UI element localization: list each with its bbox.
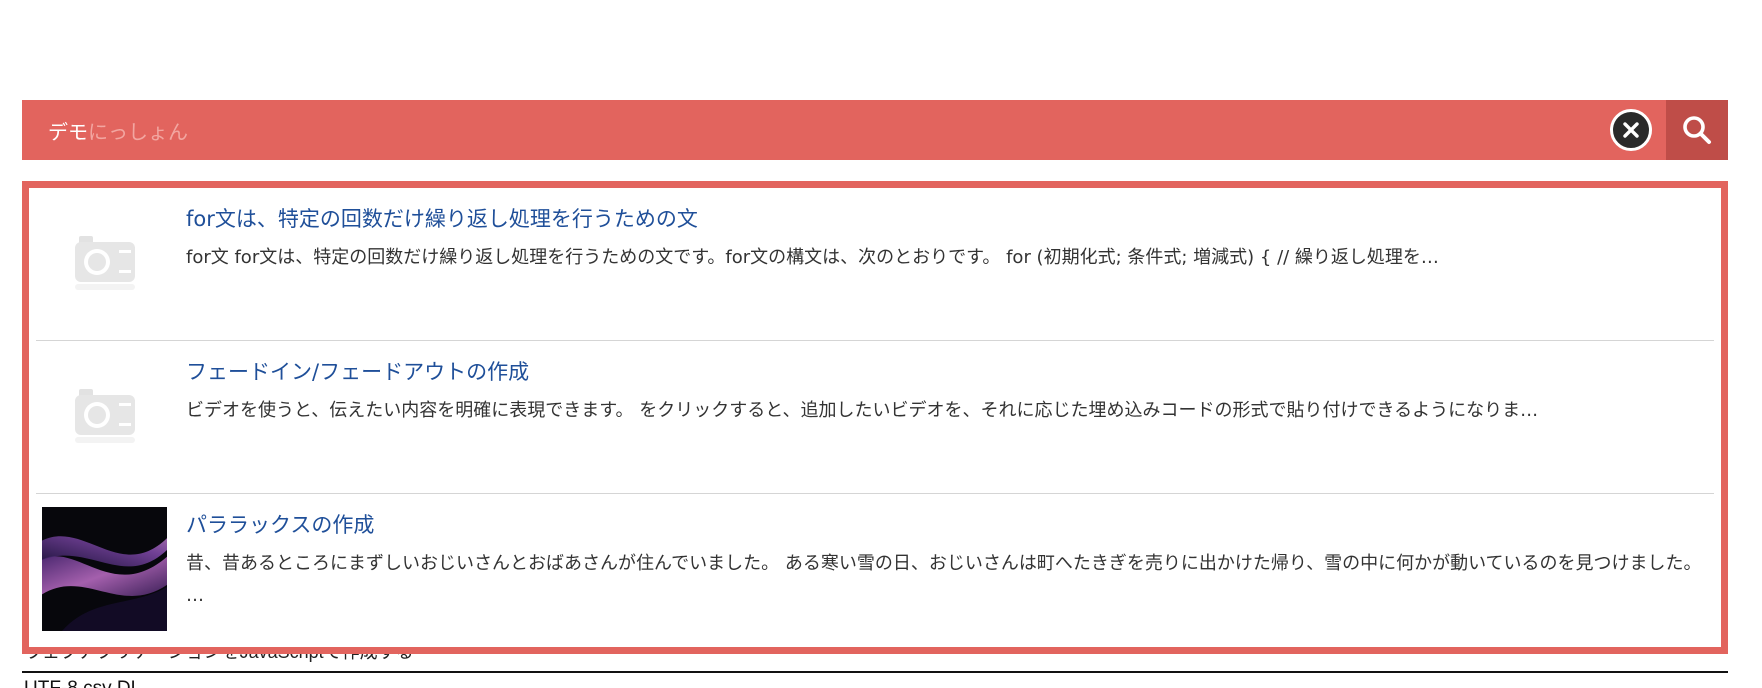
clear-search-button[interactable] bbox=[1610, 109, 1652, 151]
result-description: for文 for文は、特定の回数だけ繰り返し処理を行うための文です。for文の構… bbox=[186, 247, 1439, 268]
result-description: ビデオを使うと、伝えたい内容を明確に表現できます。 をクリックすると、追加したい… bbox=[186, 400, 1539, 421]
search-results-dropdown: for文は、特定の回数だけ繰り返し処理を行うための文 for文 for文は、特定… bbox=[22, 181, 1728, 654]
search-input[interactable]: デモ にっしょん bbox=[22, 100, 1610, 160]
result-thumbnail bbox=[42, 507, 167, 631]
search-button[interactable] bbox=[1666, 100, 1728, 160]
close-icon bbox=[1623, 122, 1639, 138]
result-thumbnail bbox=[42, 201, 167, 325]
search-bar: デモ にっしょん bbox=[22, 100, 1728, 160]
abstract-purple-waves-image bbox=[42, 507, 167, 631]
search-input-typed-text: デモ bbox=[48, 119, 88, 144]
divider bbox=[22, 671, 1728, 673]
camera-placeholder-icon bbox=[74, 389, 135, 443]
result-thumbnail bbox=[42, 354, 167, 478]
result-text: フェードイン/フェードアウトの作成 ビデオを使うと、伝えたい内容を明確に表現でき… bbox=[186, 357, 1702, 427]
camera-placeholder-icon bbox=[74, 236, 135, 290]
result-title[interactable]: フェードイン/フェードアウトの作成 bbox=[186, 357, 1702, 387]
page: ウェブアプリケーションをJavaScriptで作成する UTF-8 csv DL… bbox=[0, 0, 1762, 688]
search-result-item[interactable]: パララックスの作成 昔、昔あるところにまずしいおじいさんとおばあさんが住んでいま… bbox=[36, 494, 1714, 646]
search-result-item[interactable]: フェードイン/フェードアウトの作成 ビデオを使うと、伝えたい内容を明確に表現でき… bbox=[36, 341, 1714, 494]
result-title[interactable]: パララックスの作成 bbox=[186, 510, 1702, 540]
search-result-item[interactable]: for文は、特定の回数だけ繰り返し処理を行うための文 for文 for文は、特定… bbox=[36, 188, 1714, 341]
search-input-composing-text: にっしょん bbox=[88, 119, 188, 144]
result-text: パララックスの作成 昔、昔あるところにまずしいおじいさんとおばあさんが住んでいま… bbox=[186, 510, 1702, 612]
result-description: 昔、昔あるところにまずしいおじいさんとおばあさんが住んでいました。 ある寒い雪の… bbox=[186, 553, 1702, 606]
result-text: for文は、特定の回数だけ繰り返し処理を行うための文 for文 for文は、特定… bbox=[186, 204, 1702, 274]
csv-download-link[interactable]: UTF-8 csv DL bbox=[24, 678, 141, 688]
search-icon bbox=[1683, 116, 1711, 144]
result-title[interactable]: for文は、特定の回数だけ繰り返し処理を行うための文 bbox=[186, 204, 1702, 234]
